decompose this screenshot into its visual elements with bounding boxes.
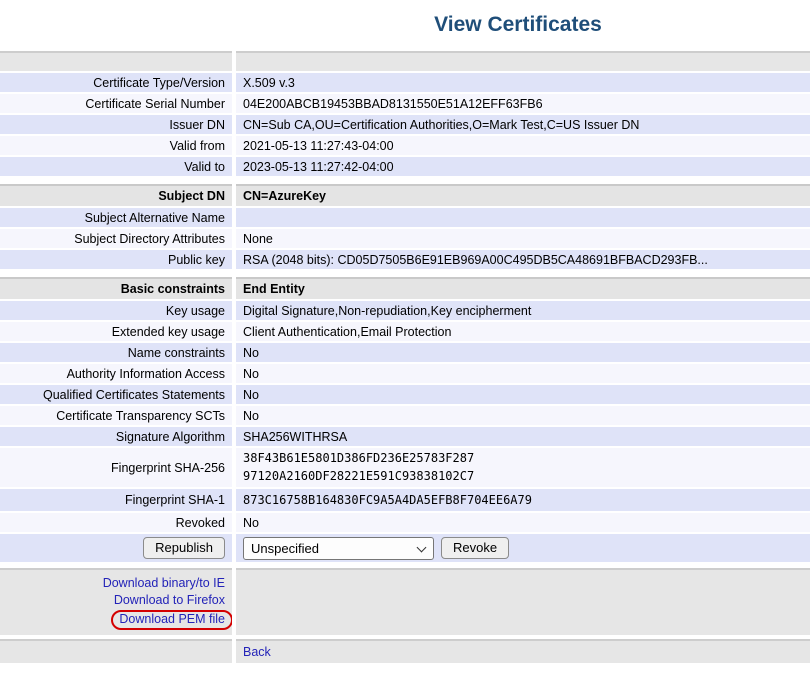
field-value: No (236, 343, 810, 362)
table-row: Signature Algorithm SHA256WITHRSA (0, 427, 810, 446)
page-title: View Certificates (226, 13, 810, 37)
republish-cell: Republish (0, 534, 232, 562)
table-header-spacer (0, 51, 810, 71)
table-row: Key usage Digital Signature,Non-repudiat… (0, 301, 810, 320)
field-label: Certificate Type/Version (0, 73, 232, 92)
field-label: Fingerprint SHA-256 (0, 448, 232, 487)
field-label: Signature Algorithm (0, 427, 232, 446)
field-value: No (236, 364, 810, 383)
field-value: 873C16758B164830FC9A5A4DA5EFB8F704EE6A79 (236, 489, 810, 511)
table-row: Valid from 2021-05-13 11:27:43-04:00 (0, 136, 810, 155)
field-value: SHA256WITHRSA (236, 427, 810, 446)
table-row-revoked: Revoked No (0, 513, 810, 532)
field-value: None (236, 229, 810, 248)
table-row: Valid to 2023-05-13 11:27:42-04:00 (0, 157, 810, 176)
field-label: Subject Alternative Name (0, 208, 232, 227)
revocation-reason-select-wrap: Unspecified (243, 537, 434, 560)
field-label: Issuer DN (0, 115, 232, 134)
header-spacer-left (0, 51, 232, 71)
table-row: Extended key usage Client Authentication… (0, 322, 810, 341)
back-link[interactable]: Back (243, 645, 271, 659)
field-label: Valid from (0, 136, 232, 155)
field-value: CN=Sub CA,OU=Certification Authorities,O… (236, 115, 810, 134)
table-row: Public key RSA (2048 bits): CD05D7505B6E… (0, 250, 810, 269)
field-label: Valid to (0, 157, 232, 176)
revoke-cell: Unspecified Revoke (236, 534, 810, 562)
actions-row: Republish Unspecified Revoke (0, 534, 810, 562)
downloads-row: Download binary/to IE Download to Firefo… (0, 568, 810, 635)
field-value: No (236, 406, 810, 425)
field-value: 2023-05-13 11:27:42-04:00 (236, 157, 810, 176)
field-label: Certificate Serial Number (0, 94, 232, 113)
section-header-basic-constraints: Basic constraints End Entity (0, 277, 810, 299)
section-value: CN=AzureKey (236, 184, 810, 206)
field-label: Extended key usage (0, 322, 232, 341)
sha256-line-2: 97120A2160DF28221E591C93838102C7 (243, 467, 804, 485)
field-label: Authority Information Access (0, 364, 232, 383)
back-empty-cell (0, 639, 232, 663)
field-value: 2021-05-13 11:27:43-04:00 (236, 136, 810, 155)
download-links: Download binary/to IE Download to Firefo… (0, 568, 232, 635)
field-value: Digital Signature,Non-repudiation,Key en… (236, 301, 810, 320)
header-spacer-right (236, 51, 810, 71)
download-pem-link[interactable]: Download PEM file (119, 612, 225, 626)
table-row: Certificate Serial Number 04E200ABCB1945… (0, 94, 810, 113)
field-label: Qualified Certificates Statements (0, 385, 232, 404)
field-value: Client Authentication,Email Protection (236, 322, 810, 341)
annotation-ellipse: Download PEM file (111, 610, 233, 630)
table-row-fingerprint-sha1: Fingerprint SHA-1 873C16758B164830FC9A5A… (0, 489, 810, 511)
field-value: X.509 v.3 (236, 73, 810, 92)
table-row: Certificate Transparency SCTs No (0, 406, 810, 425)
field-label: Subject Directory Attributes (0, 229, 232, 248)
field-label: Certificate Transparency SCTs (0, 406, 232, 425)
field-label: Fingerprint SHA-1 (0, 489, 232, 511)
field-value: 38F43B61E5801D386FD236E25783F287 97120A2… (236, 448, 810, 487)
field-label: Name constraints (0, 343, 232, 362)
table-row: Certificate Type/Version X.509 v.3 (0, 73, 810, 92)
field-value: No (236, 513, 810, 532)
table-row: Subject Alternative Name (0, 208, 810, 227)
section-label: Basic constraints (0, 277, 232, 299)
download-binary-ie-link[interactable]: Download binary/to IE (103, 575, 225, 592)
table-row: Subject Directory Attributes None (0, 229, 810, 248)
republish-button[interactable]: Republish (143, 537, 225, 559)
sha256-line-1: 38F43B61E5801D386FD236E25783F287 (243, 449, 804, 467)
field-value: 04E200ABCB19453BBAD8131550E51A12EFF63FB6 (236, 94, 810, 113)
section-label: Subject DN (0, 184, 232, 206)
field-label: Public key (0, 250, 232, 269)
table-row: Authority Information Access No (0, 364, 810, 383)
field-label: Revoked (0, 513, 232, 532)
downloads-empty-cell (236, 568, 810, 635)
back-row: Back (0, 639, 810, 663)
download-firefox-link[interactable]: Download to Firefox (114, 592, 225, 609)
field-label: Key usage (0, 301, 232, 320)
field-value (236, 208, 810, 227)
revoke-button[interactable]: Revoke (441, 537, 509, 559)
field-value: RSA (2048 bits): CD05D7505B6E91EB969A00C… (236, 250, 810, 269)
section-value: End Entity (236, 277, 810, 299)
section-header-subject-dn: Subject DN CN=AzureKey (0, 184, 810, 206)
field-value: No (236, 385, 810, 404)
table-row: Issuer DN CN=Sub CA,OU=Certification Aut… (0, 115, 810, 134)
certificate-table: Certificate Type/Version X.509 v.3 Certi… (0, 51, 810, 663)
page-header: View Certificates (0, 0, 810, 37)
revocation-reason-select[interactable]: Unspecified (243, 537, 434, 560)
table-row: Qualified Certificates Statements No (0, 385, 810, 404)
table-row: Name constraints No (0, 343, 810, 362)
table-row-fingerprint-sha256: Fingerprint SHA-256 38F43B61E5801D386FD2… (0, 448, 810, 487)
